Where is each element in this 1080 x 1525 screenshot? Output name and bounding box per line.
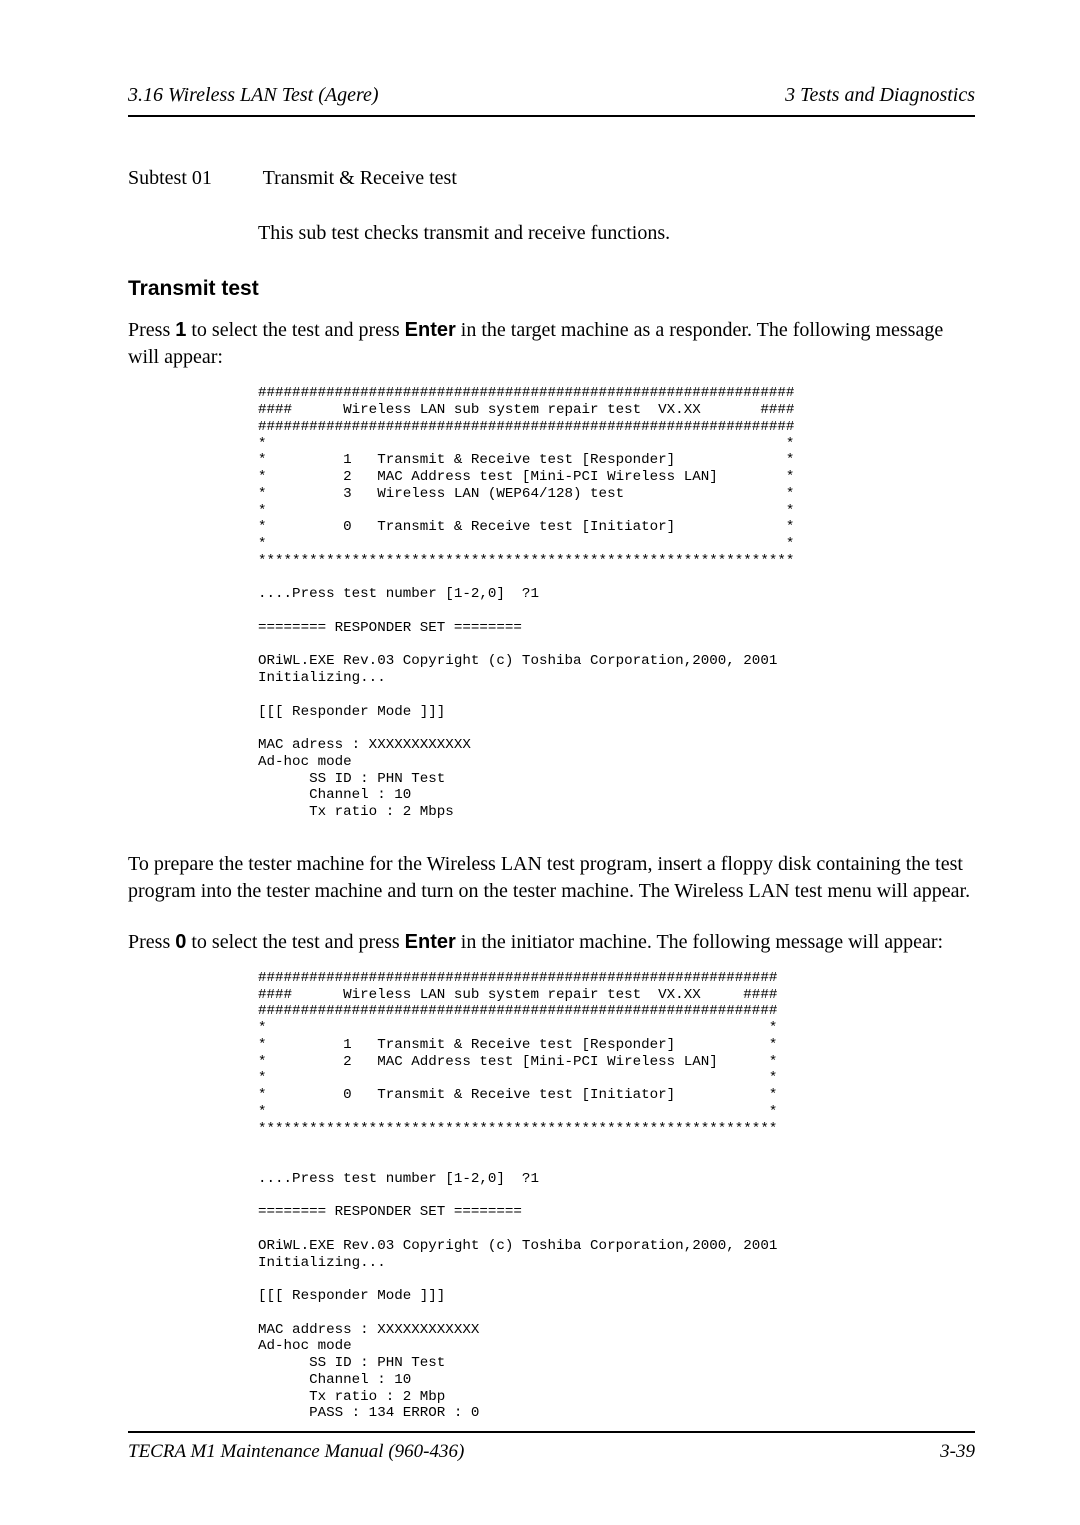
- mid-para-2: Press 0 to select the test and press Ent…: [128, 929, 975, 956]
- subtest-label: Subtest 01: [128, 165, 258, 192]
- subtest-desc: This sub test checks transmit and receiv…: [258, 220, 975, 247]
- subtest-line: Subtest 01 Transmit & Receive test: [128, 165, 975, 192]
- page-header: 3.16 Wireless LAN Test (Agere) 3 Tests a…: [128, 82, 975, 117]
- text: to select the test and press: [186, 931, 404, 953]
- text: Press: [128, 319, 175, 341]
- text: Press: [128, 931, 175, 953]
- text: to select the test and press: [186, 319, 404, 341]
- mid-para-1: To prepare the tester machine for the Wi…: [128, 851, 975, 905]
- text: in the initiator machine. The following …: [456, 931, 943, 953]
- key-0: 0: [175, 931, 186, 953]
- code-block-1: ########################################…: [258, 385, 975, 821]
- code-block-2: ########################################…: [258, 970, 975, 1422]
- header-right: 3 Tests and Diagnostics: [785, 82, 975, 109]
- key-1: 1: [175, 319, 186, 341]
- transmit-para: Press 1 to select the test and press Ent…: [128, 317, 975, 371]
- footer-right: 3-39: [940, 1439, 975, 1465]
- footer-left: TECRA M1 Maintenance Manual (960-436): [128, 1439, 464, 1465]
- header-left: 3.16 Wireless LAN Test (Agere): [128, 82, 379, 109]
- subtest-title: Transmit & Receive test: [263, 167, 457, 189]
- page-footer: TECRA M1 Maintenance Manual (960-436) 3-…: [128, 1431, 975, 1465]
- key-enter-2: Enter: [405, 931, 456, 953]
- transmit-heading: Transmit test: [128, 275, 975, 303]
- key-enter: Enter: [405, 319, 456, 341]
